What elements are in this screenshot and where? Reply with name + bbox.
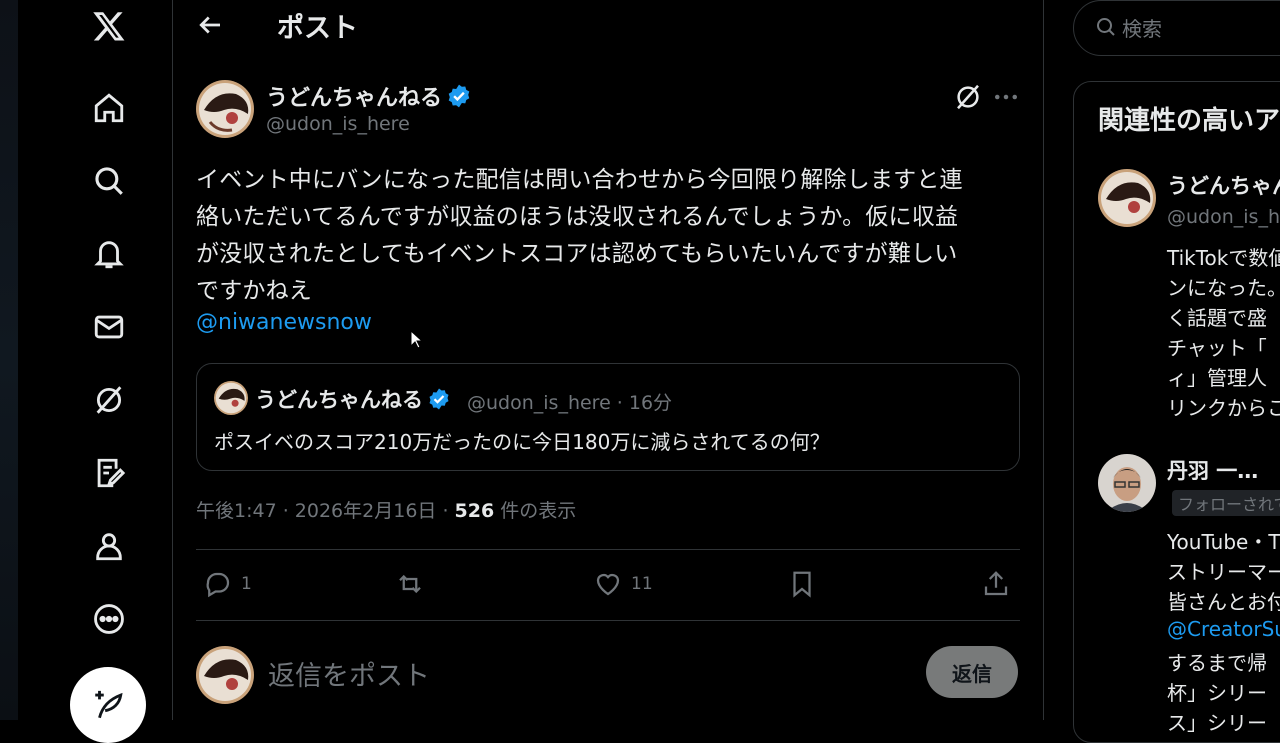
- repost-icon: [399, 574, 421, 594]
- reply-count: 1: [241, 574, 252, 594]
- quote-meta: @udon_is_here · 16分: [467, 392, 673, 414]
- author-name-text[interactable]: うどんちゃんねる: [266, 86, 442, 111]
- messages-mail-icon[interactable]: [83, 301, 135, 353]
- search-box[interactable]: 検索: [1073, 0, 1280, 56]
- back-arrow-icon[interactable]: [195, 10, 225, 40]
- suggested-user-handle[interactable]: @udon_is_h: [1167, 206, 1280, 228]
- verified-badge-icon: [446, 83, 472, 115]
- verified-badge-icon: [427, 387, 451, 416]
- post-text-line: 絡いただいてるんですが収益のほうは没収されるんでしょうか。仮に収益: [196, 204, 959, 230]
- profile-icon[interactable]: [83, 520, 135, 572]
- bio-line: く話題で盛: [1167, 306, 1267, 330]
- mouse-cursor-icon: [410, 329, 424, 350]
- bio-line: YouTube・T: [1167, 530, 1280, 554]
- lists-edit-icon[interactable]: [83, 447, 135, 499]
- share-icon: [984, 571, 1008, 596]
- post-text-line: が没収されたとしてもイベントスコアは認めてもらいたいんですが難しい: [196, 241, 958, 267]
- bio-line: TikTokで数値: [1167, 246, 1280, 270]
- notifications-bell-icon[interactable]: [83, 228, 135, 280]
- suggested-user-avatar[interactable]: [1098, 169, 1156, 227]
- reply-button[interactable]: 1: [203, 566, 252, 602]
- panel-title: 関連性の高いア: [1098, 106, 1280, 136]
- home-icon[interactable]: [83, 82, 135, 134]
- search-icon: [1097, 18, 1115, 36]
- reply-submit-button[interactable]: 返信: [926, 646, 1018, 698]
- bio-line: ストリーマー: [1167, 560, 1280, 584]
- repost-button[interactable]: [395, 566, 425, 602]
- bio-mention-link[interactable]: @CreatorSu: [1167, 617, 1280, 641]
- current-user-avatar[interactable]: [196, 646, 254, 704]
- bio-line: 杯」シリー: [1167, 681, 1267, 705]
- bio-line: チャット「: [1167, 336, 1267, 360]
- quote-text: ポスイベのスコア210万だったのに今日180万に減らされてるの何？: [214, 430, 830, 454]
- primary-nav: [68, 0, 150, 743]
- bio-line: ス」シリー: [1167, 711, 1267, 735]
- bio-line: するまで帰: [1167, 651, 1267, 675]
- bookmark-button[interactable]: [787, 566, 817, 602]
- share-button[interactable]: [981, 566, 1011, 602]
- suggested-user-name[interactable]: 丹羽 一…: [1167, 455, 1258, 485]
- desktop-edge: [0, 0, 18, 720]
- bookmark-icon: [793, 571, 811, 598]
- bio-line: ィ」管理人: [1167, 366, 1267, 390]
- search-icon[interactable]: [83, 155, 135, 207]
- follows-you-badge: フォローされて: [1172, 490, 1280, 516]
- heart-icon: [596, 573, 620, 596]
- mention-link[interactable]: @niwanewsnow: [196, 310, 372, 335]
- suggested-user-avatar[interactable]: [1098, 454, 1156, 512]
- more-options-icon[interactable]: [991, 82, 1021, 112]
- more-circle-icon[interactable]: [83, 593, 135, 645]
- actions-divider-bottom: [196, 620, 1020, 621]
- post-text: イベント中にバンになった配信は問い合わせから今回限り解除しますと連 絡いただいて…: [196, 162, 1021, 310]
- page-title: ポスト: [277, 13, 358, 44]
- reply-icon: [206, 572, 230, 598]
- x-logo-icon[interactable]: [83, 0, 135, 52]
- quote-author-name: うどんちゃんねる: [255, 384, 451, 416]
- actions-divider-top: [196, 549, 1020, 550]
- relevant-people-panel: 関連性の高いア うどんちゃん @udon_is_h TikTokで数値 ンになっ…: [1073, 81, 1280, 743]
- quote-author-avatar: [214, 381, 248, 415]
- views-label: 件の表示: [494, 500, 577, 522]
- post-meta: 午後1:47 · 2026年2月16日 · 526 件の表示: [196, 496, 576, 523]
- post-timestamp[interactable]: 午後1:47 · 2026年2月16日 ·: [196, 500, 455, 522]
- post-header: ポスト: [173, 0, 1043, 52]
- reply-input[interactable]: 返信をポスト: [268, 654, 430, 693]
- like-button[interactable]: 11: [593, 566, 653, 602]
- grok-explain-icon[interactable]: [953, 82, 983, 112]
- author-name[interactable]: うどんちゃんねる: [266, 80, 472, 115]
- quoted-post[interactable]: うどんちゃんねる @udon_is_here · 16分 ポスイベのスコア210…: [196, 363, 1020, 471]
- quote-author-name-text: うどんちゃんねる: [255, 388, 423, 412]
- grok-icon[interactable]: [83, 374, 135, 426]
- post-text-line: ですかねえ: [196, 278, 312, 304]
- compose-post-button[interactable]: [70, 667, 146, 743]
- column-divider-right: [1043, 0, 1044, 720]
- post-text-line: イベント中にバンになった配信は問い合わせから今回限り解除しますと連: [196, 167, 963, 193]
- suggested-user-name[interactable]: うどんちゃん: [1167, 170, 1280, 200]
- like-count: 11: [631, 574, 653, 594]
- views-count: 526: [454, 500, 495, 522]
- author-avatar[interactable]: [196, 80, 254, 138]
- search-input[interactable]: 検索: [1122, 13, 1162, 42]
- bio-line: ンになった。: [1167, 276, 1280, 300]
- bio-line: 皆さんとお付: [1167, 590, 1280, 614]
- bio-line: リンクからこ: [1167, 396, 1280, 420]
- author-handle[interactable]: @udon_is_here: [266, 113, 410, 135]
- post-detail-column: ポスト うどんちゃんねる @udon_is_here イベント中にバンになった配…: [173, 0, 1043, 720]
